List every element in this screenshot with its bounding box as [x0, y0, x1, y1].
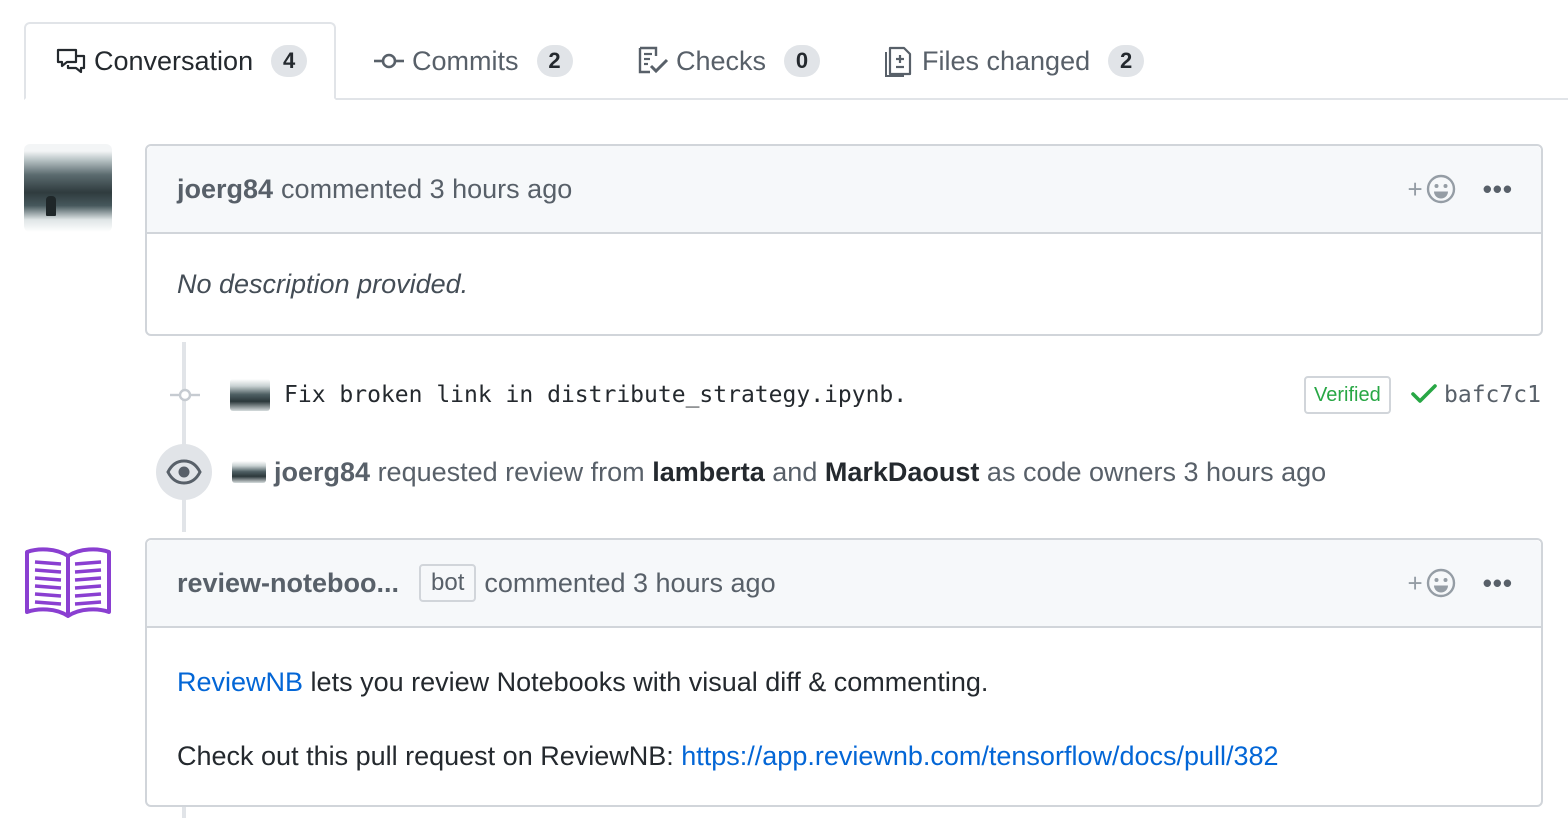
comment-author[interactable]: review-noteboo...: [177, 568, 399, 599]
comment-actions: + •••: [1408, 540, 1514, 626]
event-reviewer[interactable]: lamberta: [652, 457, 765, 488]
paragraph-text: lets you review Notebooks with visual di…: [303, 667, 989, 697]
diff-icon: [882, 44, 916, 78]
tab-label: Commits: [412, 45, 519, 76]
add-reaction-button[interactable]: +: [1408, 567, 1457, 599]
tab-counter: 2: [536, 45, 573, 77]
comment-author[interactable]: joerg84: [177, 174, 273, 205]
more-options-button[interactable]: •••: [1483, 568, 1513, 599]
reviewnb-link[interactable]: ReviewNB: [177, 667, 303, 697]
comment-body: ReviewNB lets you review Notebooks with …: [147, 628, 1541, 805]
bot-badge: bot: [419, 564, 477, 602]
comment-timestamp: commented 3 hours ago: [281, 173, 573, 204]
book-icon[interactable]: [24, 544, 112, 618]
tab-counter: 2: [1108, 45, 1145, 77]
avatar[interactable]: [232, 461, 266, 483]
pull-request-link[interactable]: https://app.reviewnb.com/tensorflow/docs…: [681, 741, 1278, 771]
tab-label: Checks: [676, 45, 767, 76]
add-reaction-button[interactable]: +: [1408, 173, 1457, 205]
comment-body: No description provided.: [177, 268, 469, 299]
tab-files-changed[interactable]: Files changed 2: [882, 22, 1145, 100]
tab-label: Conversation: [94, 45, 254, 76]
plus-icon: +: [1407, 173, 1423, 204]
commit-sha-link[interactable]: bafc7c1: [1444, 378, 1541, 412]
event-actor[interactable]: joerg84: [274, 457, 370, 488]
comment-paragraph: ReviewNB lets you review Notebooks with …: [177, 664, 1511, 701]
event-timestamp: as code owners 3 hours ago: [986, 456, 1327, 487]
tab-label: Files changed: [922, 45, 1091, 76]
comment-actions: + •••: [1408, 146, 1514, 232]
tab-conversation[interactable]: Conversation 4: [24, 22, 336, 100]
timeline-commit: Fix broken link in distribute_strategy.i…: [160, 370, 1550, 420]
timeline-line: [182, 806, 186, 818]
tab-commits[interactable]: Commits 2: [372, 22, 573, 100]
checklist-icon: [636, 44, 670, 78]
commit-message[interactable]: Fix broken link in distribute_strategy.i…: [284, 382, 907, 408]
smiley-icon: [1426, 568, 1455, 598]
eye-icon: [156, 444, 212, 500]
avatar[interactable]: [24, 144, 112, 232]
tab-checks[interactable]: Checks 0: [636, 22, 821, 100]
check-icon[interactable]: [1410, 382, 1438, 406]
event-reviewer[interactable]: MarkDaoust: [825, 457, 980, 488]
more-options-button[interactable]: •••: [1483, 174, 1513, 205]
comment-timestamp: commented 3 hours ago: [484, 567, 776, 598]
git-commit-icon: [372, 44, 406, 78]
comment-header: joerg84 commented 3 hours ago + •••: [147, 146, 1541, 234]
event-text: requested review from: [377, 456, 645, 487]
tab-counter: 4: [271, 45, 308, 77]
comment-paragraph: Check out this pull request on ReviewNB:…: [177, 738, 1511, 775]
git-commit-icon: [160, 387, 210, 403]
avatar[interactable]: [230, 379, 270, 411]
tab-counter: 0: [784, 45, 821, 77]
timeline-review-request: joerg84 requested review from lamberta a…: [156, 444, 1326, 500]
smiley-icon: [1426, 174, 1455, 204]
comment-box: review-noteboo... bot commented 3 hours …: [145, 538, 1543, 807]
comment-header: review-noteboo... bot commented 3 hours …: [147, 540, 1541, 628]
comment-box: joerg84 commented 3 hours ago + ••• No d…: [145, 144, 1543, 336]
verified-badge[interactable]: Verified: [1304, 376, 1391, 414]
comment-discussion-icon: [54, 44, 88, 78]
event-text: and: [772, 456, 818, 487]
plus-icon: +: [1407, 567, 1423, 598]
paragraph-text: Check out this pull request on ReviewNB:: [177, 741, 682, 771]
pr-tabs: Conversation 4 Commits 2 Checks 0 Files …: [0, 0, 1568, 100]
avatar-figure: [46, 196, 56, 216]
